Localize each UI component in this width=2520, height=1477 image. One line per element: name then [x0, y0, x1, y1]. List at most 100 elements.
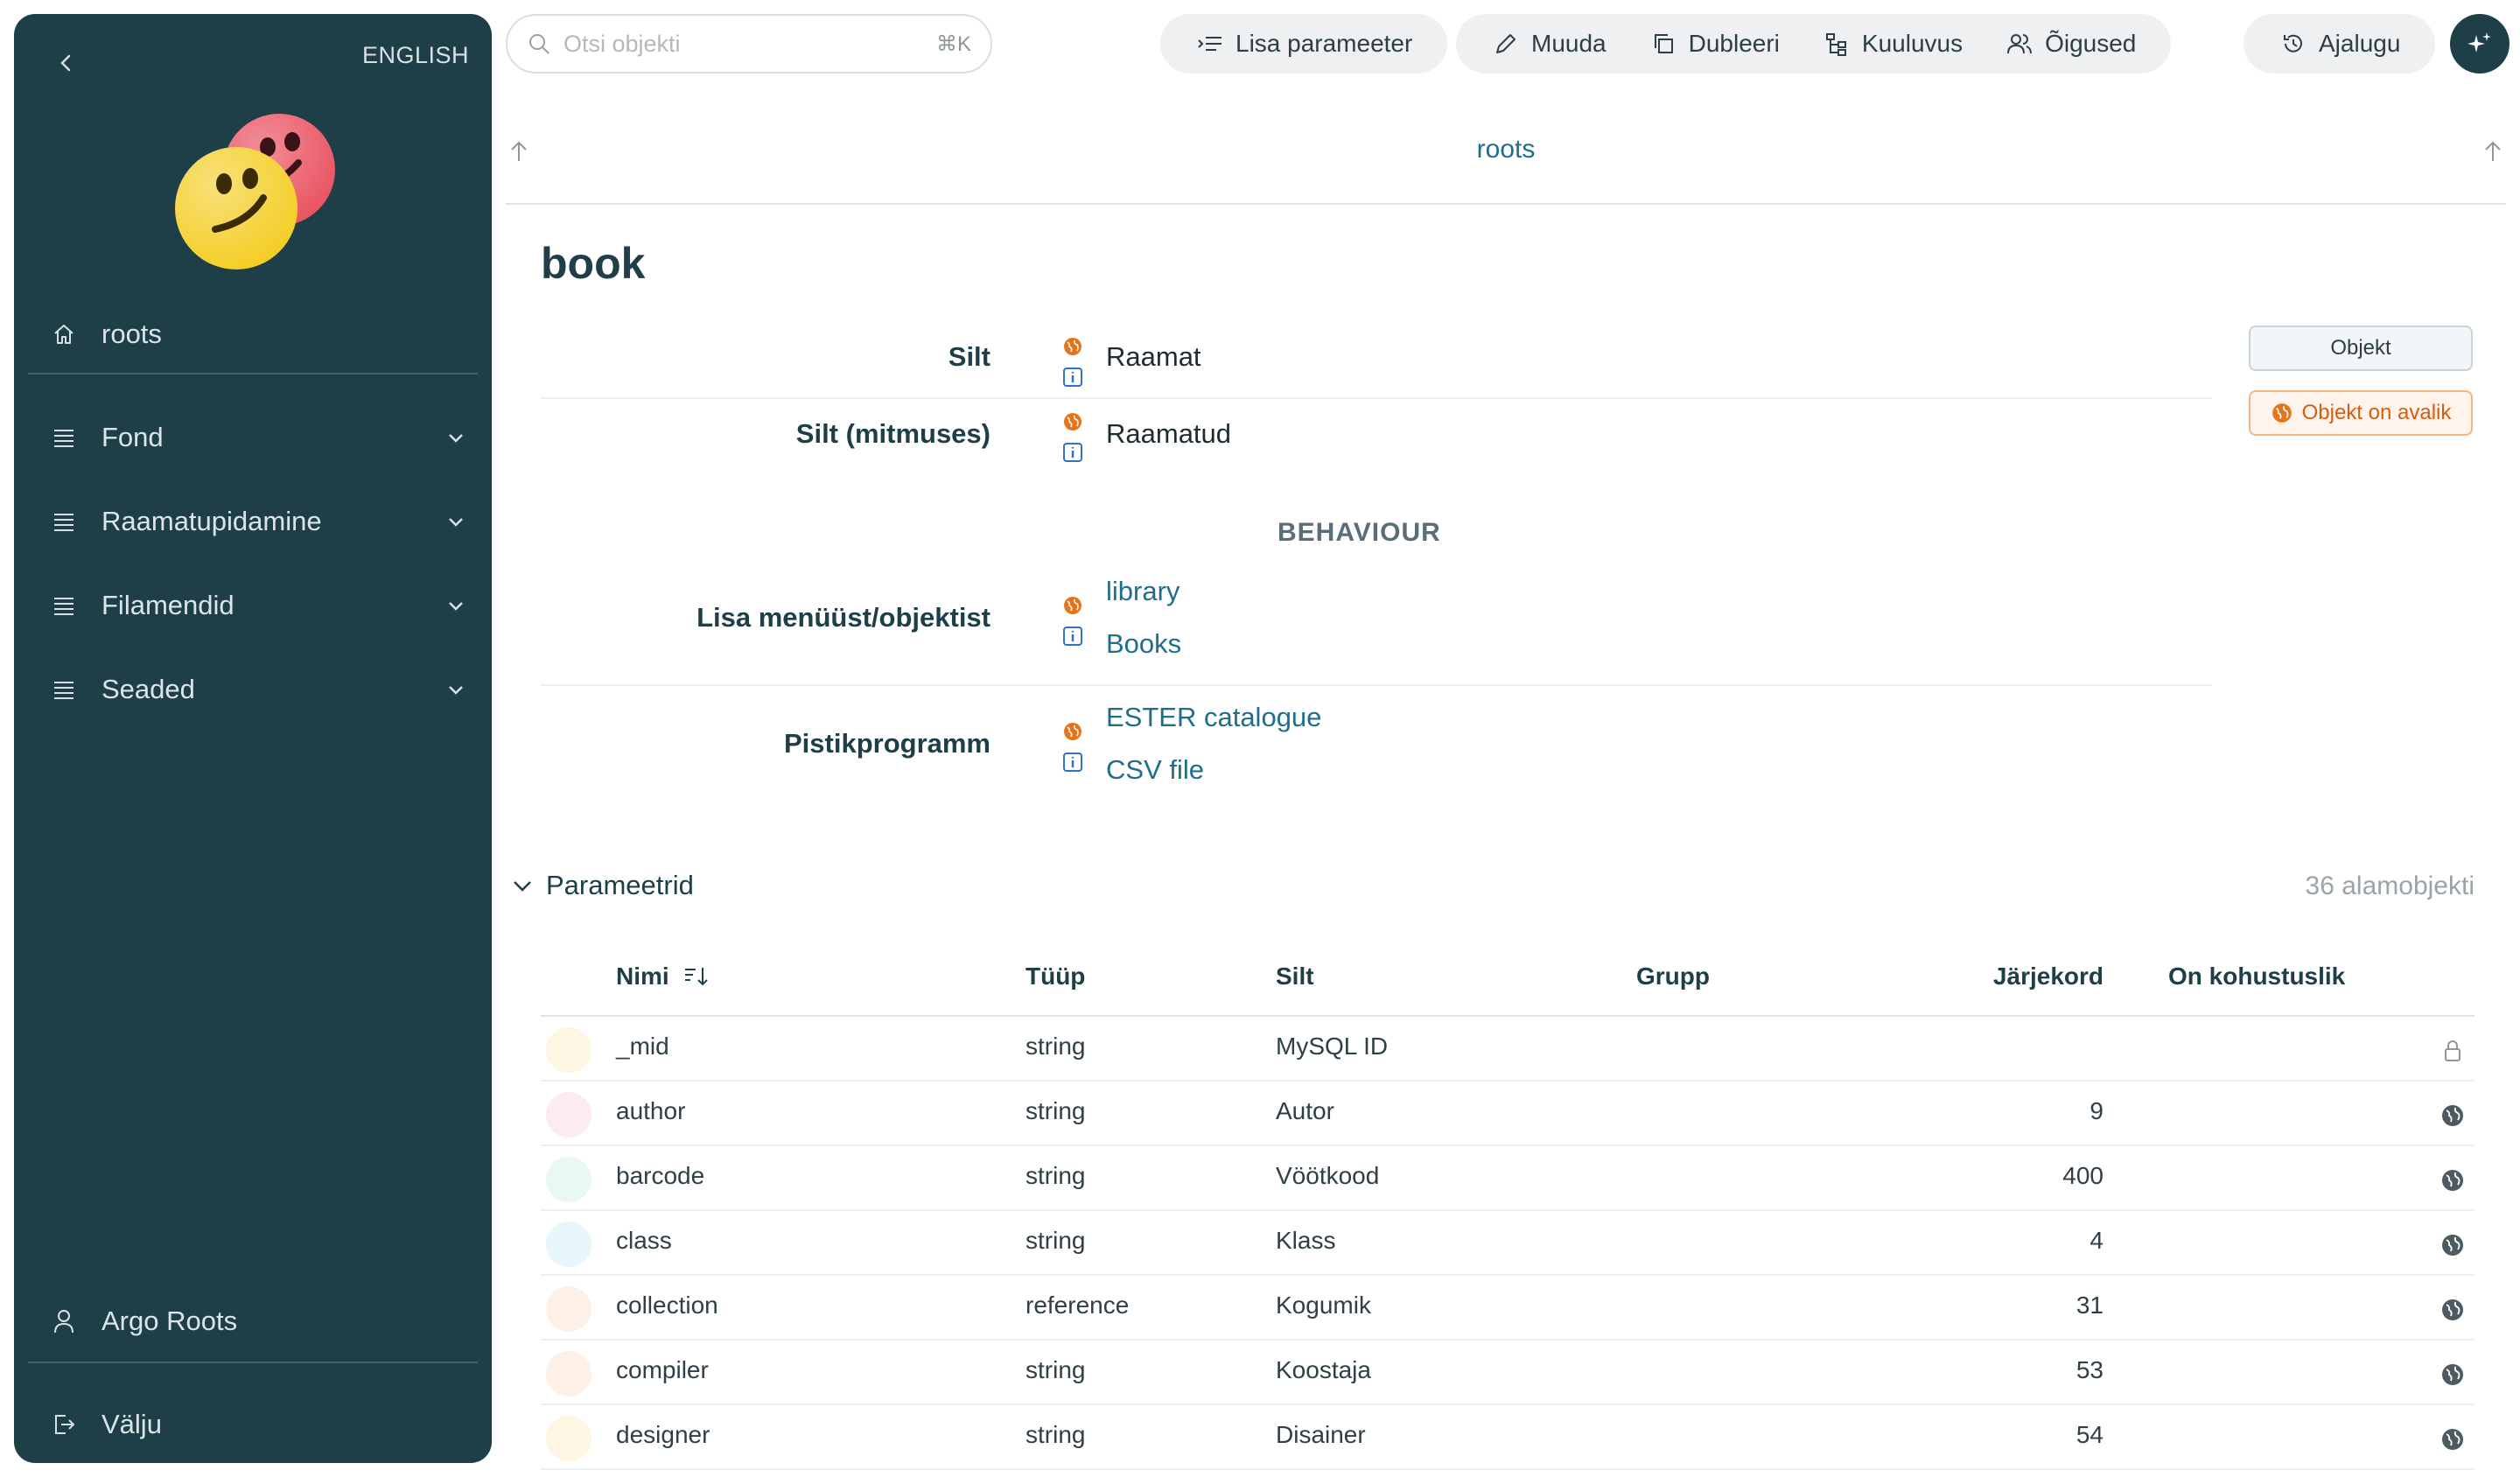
table-row[interactable]: collection reference Kogumik 31	[541, 1276, 2474, 1340]
link-library[interactable]: library	[1106, 576, 1180, 607]
link-ester-catalogue[interactable]: ESTER catalogue	[1106, 702, 1321, 733]
cell-type: string	[1026, 1227, 1086, 1254]
list-icon	[49, 675, 79, 704]
cell-name: barcode	[616, 1162, 705, 1189]
property-plugin: Pistikprogramm ESTER catalogue CSV file	[541, 700, 2212, 796]
rights-button[interactable]: Õigused	[1984, 14, 2157, 74]
ai-assistant-button[interactable]	[2450, 14, 2510, 74]
toolbar-group-add: Lisa parameeter	[1160, 14, 1448, 74]
public-status-badge[interactable]: Objekt on avalik	[2249, 390, 2473, 436]
cell-label: MySQL ID	[1276, 1032, 1389, 1060]
globe-icon	[2440, 1362, 2466, 1388]
arrow-up-icon[interactable]	[2480, 138, 2506, 164]
column-header-order[interactable]: Järjekord	[1906, 962, 2104, 990]
logout-button[interactable]: Välju	[49, 1398, 469, 1451]
history-label: Ajalugu	[2319, 30, 2401, 57]
sparkle-icon	[2468, 32, 2491, 52]
cell-name: compiler	[616, 1356, 709, 1383]
table-row[interactable]: designer string Disainer 54	[541, 1405, 2474, 1470]
sidebar-item-label: Filamendid	[102, 590, 234, 620]
edit-button[interactable]: Muuda	[1470, 14, 1628, 74]
history-button[interactable]: Ajalugu	[2258, 14, 2421, 74]
sidebar-item-fond[interactable]: Fond	[49, 411, 469, 464]
info-icon[interactable]	[1062, 752, 1083, 773]
info-icon[interactable]	[1062, 442, 1083, 463]
globe-icon[interactable]	[1062, 411, 1083, 432]
collapse-sidebar-button[interactable]	[49, 46, 84, 80]
globe-icon	[2440, 1426, 2466, 1452]
parameters-toggle[interactable]: Parameetrid	[509, 870, 694, 901]
globe-icon	[2440, 1102, 2466, 1129]
search-input[interactable]	[564, 30, 936, 58]
object-type-badge[interactable]: Objekt	[2249, 326, 2473, 371]
column-header-name[interactable]: Nimi	[616, 962, 710, 990]
column-header-type[interactable]: Tüüp	[1026, 962, 1085, 990]
sidebar-item-user[interactable]: Argo Roots	[49, 1295, 469, 1348]
cell-type: string	[1026, 1421, 1086, 1448]
property-name: Silt (mitmuses)	[795, 418, 990, 449]
page-title: book	[541, 239, 646, 288]
globe-icon[interactable]	[1062, 595, 1083, 616]
globe-icon	[2272, 403, 2292, 423]
info-icon[interactable]	[1062, 367, 1083, 388]
chevron-down-icon	[443, 592, 469, 619]
row-color-dot	[546, 1157, 592, 1202]
sidebar-item-seaded[interactable]: Seaded	[49, 663, 469, 716]
cell-label: Kogumik	[1276, 1292, 1371, 1319]
chevron-left-icon	[60, 54, 71, 72]
info-icon[interactable]	[1062, 626, 1083, 647]
search-box[interactable]: ⌘K	[506, 14, 992, 74]
property-name: Pistikprogramm	[783, 728, 990, 759]
breadcrumb[interactable]: roots	[506, 135, 2506, 164]
language-switch[interactable]: ENGLISH	[362, 42, 469, 69]
cell-order: 53	[2076, 1356, 2104, 1383]
property-label: Silt Raamat	[541, 336, 2212, 406]
search-shortcut: ⌘K	[935, 32, 971, 56]
sidebar-item-label: Fond	[102, 422, 164, 452]
add-parameter-button[interactable]: Lisa parameeter	[1174, 14, 1433, 74]
duplicate-button[interactable]: Dubleeri	[1628, 14, 1801, 74]
sidebar-item-label: Seaded	[102, 674, 195, 704]
chevron-down-icon	[443, 508, 469, 535]
globe-icon[interactable]	[1062, 721, 1083, 742]
cell-order: 54	[2076, 1421, 2104, 1448]
cell-order: 400	[2062, 1162, 2104, 1189]
cell-label: Koostaja	[1276, 1356, 1371, 1383]
property-name: Silt	[948, 341, 990, 372]
column-header-label[interactable]: Silt	[1276, 962, 1314, 990]
globe-icon[interactable]	[1062, 336, 1083, 357]
sidebar: ENGLISH roots Fond Raamatupidamine Filam…	[14, 14, 492, 1463]
toolbar-group-history: Ajalugu	[2244, 14, 2436, 74]
table-row[interactable]: barcode string Vöötkood 400	[541, 1146, 2474, 1211]
cell-name: author	[616, 1097, 686, 1124]
sidebar-item-raamatupidamine[interactable]: Raamatupidamine	[49, 495, 469, 548]
property-add-from: Lisa menüüst/objektist library Books	[541, 574, 2212, 670]
history-icon	[2278, 29, 2308, 59]
link-books[interactable]: Books	[1106, 628, 1181, 660]
table-row[interactable]: class string Klass 4	[541, 1211, 2474, 1276]
table-row[interactable]: author string Autor 9	[541, 1082, 2474, 1146]
column-header-group[interactable]: Grupp	[1636, 962, 1710, 990]
table-body: _mid string MySQL ID author string Autor 9 barc…	[541, 1017, 2474, 1470]
cell-name: _mid	[616, 1032, 669, 1060]
sidebar-item-home[interactable]: roots	[49, 308, 469, 360]
sort-icon[interactable]	[683, 965, 710, 988]
duplicate-label: Dubleeri	[1688, 30, 1780, 57]
table-row[interactable]: compiler string Koostaja 53	[541, 1340, 2474, 1405]
cell-type: string	[1026, 1162, 1086, 1189]
cell-type: string	[1026, 1032, 1086, 1060]
section-heading: BEHAVIOUR	[1278, 518, 1441, 547]
table-row[interactable]: _mid string MySQL ID	[541, 1017, 2474, 1082]
column-header-required[interactable]: On kohustuslik	[2168, 962, 2345, 990]
belonging-button[interactable]: Kuuluvus	[1801, 14, 1984, 74]
globe-icon	[2440, 1297, 2466, 1323]
public-status-label: Objekt on avalik	[2301, 401, 2452, 424]
belonging-label: Kuuluvus	[1861, 30, 1964, 57]
cell-type: string	[1026, 1356, 1086, 1383]
app-logo	[163, 110, 364, 285]
sidebar-item-label: Raamatupidamine	[102, 506, 322, 536]
cell-label: Klass	[1276, 1227, 1336, 1254]
sidebar-item-filamendid[interactable]: Filamendid	[49, 579, 469, 632]
link-csv-file[interactable]: CSV file	[1106, 754, 1204, 786]
breadcrumb-bar: roots	[506, 121, 2506, 205]
